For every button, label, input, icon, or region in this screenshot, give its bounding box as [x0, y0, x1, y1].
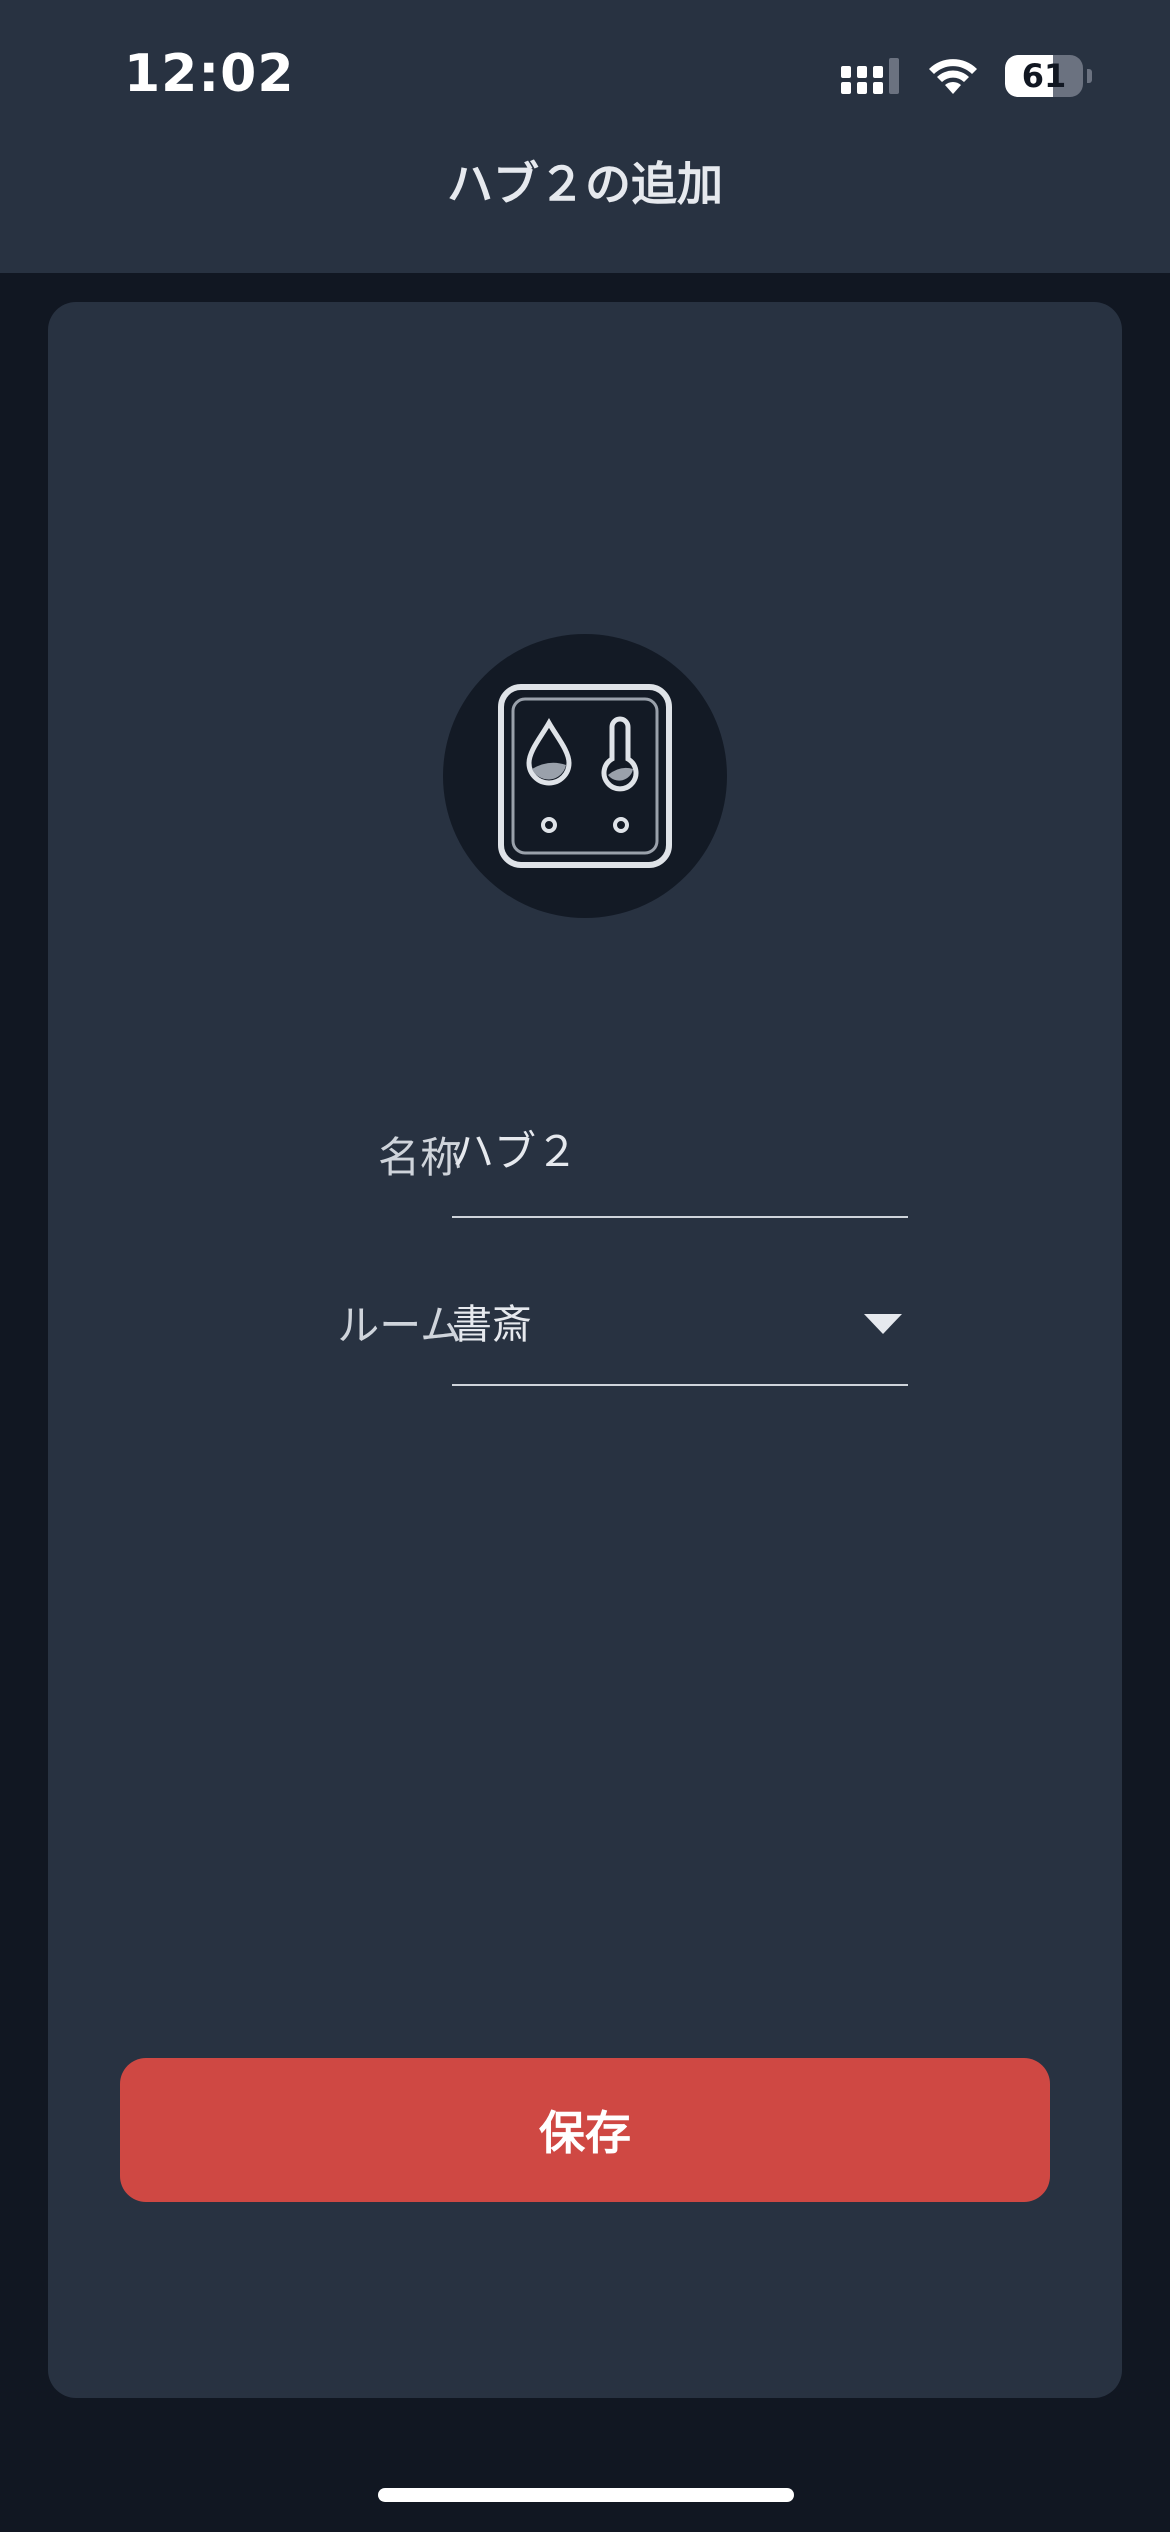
home-indicator	[378, 2488, 794, 2502]
dropdown-caret-icon	[864, 1314, 902, 1334]
navigation-bar: ハブ２の追加	[0, 150, 1170, 273]
battery-icon: 61	[1005, 55, 1083, 97]
name-row: 名称	[48, 1112, 1122, 1222]
wifi-icon	[929, 59, 977, 94]
room-selected-value: 書斎	[452, 1302, 532, 1348]
status-bar: 12:02 61	[0, 0, 1170, 150]
device-icon-container	[443, 634, 727, 918]
status-time: 12:02	[124, 44, 295, 104]
save-button[interactable]: 保存	[120, 2058, 1050, 2202]
battery-cap	[1087, 69, 1092, 83]
name-input[interactable]	[452, 1124, 852, 1173]
page-title: ハブ２の追加	[447, 156, 723, 211]
name-field[interactable]	[452, 1112, 908, 1218]
room-select[interactable]: 書斎	[452, 1280, 908, 1386]
hub-thermo-hygrometer-icon	[498, 684, 672, 868]
status-icons: 61	[841, 52, 1092, 100]
battery-level: 61	[1021, 57, 1067, 95]
cellular-signal-icon	[841, 58, 899, 94]
room-row: ルーム 書斎	[48, 1280, 1122, 1390]
name-label: 名称	[377, 1133, 462, 1182]
room-label: ルーム	[337, 1301, 462, 1350]
device-setup-card: 名称 ルーム 書斎 保存	[48, 302, 1122, 2398]
